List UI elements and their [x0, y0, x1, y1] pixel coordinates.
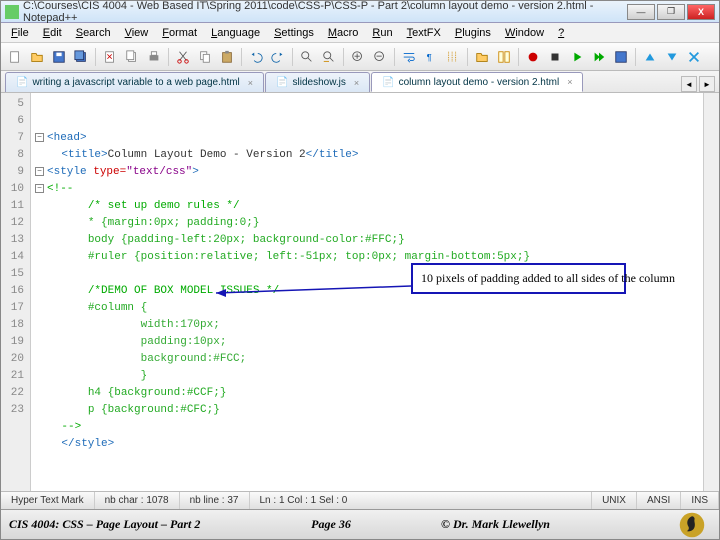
- slide-footer: CIS 4004: CSS – Page Layout – Part 2 Pag…: [1, 509, 719, 539]
- minimize-button[interactable]: —: [627, 4, 655, 20]
- svg-text:¶: ¶: [427, 52, 432, 63]
- status-nbchar: nb char : 1078: [95, 492, 180, 509]
- fold-toggle-icon[interactable]: −: [35, 133, 44, 142]
- status-mode: INS: [681, 492, 719, 509]
- print-icon[interactable]: [144, 47, 164, 67]
- copy-icon[interactable]: [195, 47, 215, 67]
- status-bar: Hyper Text Mark nb char : 1078 nb line :…: [1, 491, 719, 509]
- menu-macro[interactable]: Macro: [322, 25, 365, 41]
- indent-guide-icon[interactable]: [443, 47, 463, 67]
- footer-page: Page 36: [261, 517, 401, 532]
- show-chars-icon[interactable]: ¶: [421, 47, 441, 67]
- maximize-button[interactable]: ❐: [657, 4, 685, 20]
- close-file-icon[interactable]: [100, 47, 120, 67]
- app-icon: [5, 5, 19, 19]
- folder-icon[interactable]: [472, 47, 492, 67]
- tab-close-icon[interactable]: ×: [354, 78, 359, 88]
- menu-view[interactable]: View: [119, 25, 155, 41]
- save-all-icon[interactable]: [71, 47, 91, 67]
- ucf-logo-icon: [665, 510, 719, 540]
- tab[interactable]: 📄 writing a javascript variable to a web …: [5, 72, 264, 92]
- find-icon[interactable]: [297, 47, 317, 67]
- paste-icon[interactable]: [217, 47, 237, 67]
- status-encoding: ANSI: [637, 492, 681, 509]
- play-macro-icon[interactable]: [567, 47, 587, 67]
- status-pos: Ln : 1 Col : 1 Sel : 0: [250, 492, 593, 509]
- wrap-icon[interactable]: [399, 47, 419, 67]
- fold-toggle-icon[interactable]: −: [35, 167, 44, 176]
- annotation-callout: 10 pixels of padding added to all sides …: [411, 263, 626, 294]
- menu-?[interactable]: ?: [552, 25, 570, 41]
- menu-edit[interactable]: Edit: [37, 25, 68, 41]
- tab-close-icon[interactable]: ×: [248, 78, 253, 88]
- footer-course: CIS 4004: CSS – Page Layout – Part 2: [1, 517, 261, 532]
- menu-window[interactable]: Window: [499, 25, 550, 41]
- menu-file[interactable]: File: [5, 25, 35, 41]
- menu-textfx[interactable]: TextFX: [401, 25, 447, 41]
- tab-bar: 📄 writing a javascript variable to a web …: [1, 71, 719, 93]
- zoom-out-icon[interactable]: [370, 47, 390, 67]
- tab-label: column layout demo - version 2.html: [399, 77, 560, 88]
- file-icon: 📄: [382, 77, 394, 88]
- toolbar: ¶: [1, 43, 719, 71]
- code-view[interactable]: −<head> <title>Column Layout Demo - Vers…: [31, 93, 703, 491]
- triangle-icon[interactable]: [640, 47, 660, 67]
- save-icon[interactable]: [49, 47, 69, 67]
- tab-scroll-right[interactable]: ►: [699, 76, 715, 92]
- menu-bar: FileEditSearchViewFormatLanguageSettings…: [1, 23, 719, 43]
- play-multi-icon[interactable]: [589, 47, 609, 67]
- tab-close-icon[interactable]: ×: [567, 77, 572, 87]
- stop-macro-icon[interactable]: [545, 47, 565, 67]
- triangle2-icon[interactable]: [662, 47, 682, 67]
- status-eol: UNIX: [592, 492, 637, 509]
- menu-format[interactable]: Format: [156, 25, 203, 41]
- menu-plugins[interactable]: Plugins: [449, 25, 497, 41]
- menu-settings[interactable]: Settings: [268, 25, 320, 41]
- file-icon: 📄: [16, 77, 28, 88]
- tab[interactable]: 📄 column layout demo - version 2.html ×: [371, 72, 583, 92]
- save-macro-icon[interactable]: [611, 47, 631, 67]
- menu-run[interactable]: Run: [366, 25, 398, 41]
- x-icon[interactable]: [684, 47, 704, 67]
- footer-author: © Dr. Mark Llewellyn: [401, 517, 665, 532]
- replace-icon[interactable]: [319, 47, 339, 67]
- file-icon: 📄: [276, 77, 288, 88]
- vertical-scrollbar[interactable]: [703, 93, 719, 491]
- tab-label: writing a javascript variable to a web p…: [32, 77, 239, 88]
- record-macro-icon[interactable]: [523, 47, 543, 67]
- tab-scroll-left[interactable]: ◄: [681, 76, 697, 92]
- tab-label: slideshow.js: [293, 77, 346, 88]
- status-nbline: nb line : 37: [180, 492, 250, 509]
- window-title: C:\Courses\CIS 4004 - Web Based IT\Sprin…: [23, 0, 627, 24]
- close-button[interactable]: X: [687, 4, 715, 20]
- open-file-icon[interactable]: [27, 47, 47, 67]
- close-all-icon[interactable]: [122, 47, 142, 67]
- zoom-in-icon[interactable]: [348, 47, 368, 67]
- callout-arrow: [216, 293, 411, 294]
- status-language: Hyper Text Mark: [1, 492, 95, 509]
- menu-language[interactable]: Language: [205, 25, 266, 41]
- undo-icon[interactable]: [246, 47, 266, 67]
- menu-search[interactable]: Search: [70, 25, 117, 41]
- doc-map-icon[interactable]: [494, 47, 514, 67]
- line-gutter: 567891011121314151617181920212223: [1, 93, 31, 491]
- tab[interactable]: 📄 slideshow.js ×: [265, 72, 370, 92]
- redo-icon[interactable]: [268, 47, 288, 67]
- new-file-icon[interactable]: [5, 47, 25, 67]
- cut-icon[interactable]: [173, 47, 193, 67]
- title-bar: C:\Courses\CIS 4004 - Web Based IT\Sprin…: [1, 1, 719, 23]
- editor-area: 567891011121314151617181920212223 −<head…: [1, 93, 719, 491]
- fold-toggle-icon[interactable]: −: [35, 184, 44, 193]
